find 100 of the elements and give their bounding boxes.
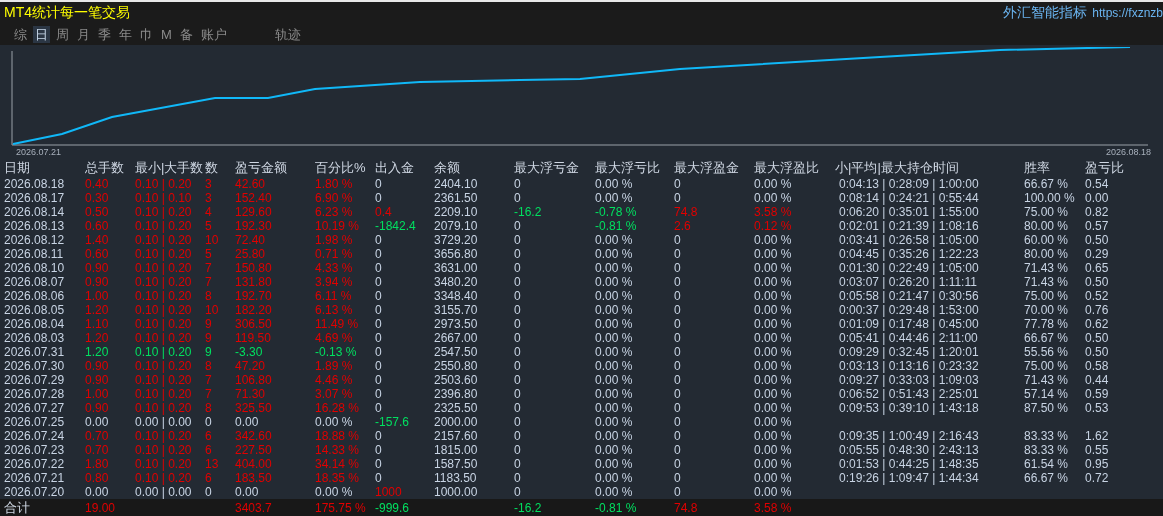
pl-ratio-cell-text: 0.50 (1085, 233, 1110, 247)
percent-cell-text: -0.13 % (315, 345, 358, 359)
lot-range-cell-text: 0.10 | 0.20 (135, 331, 193, 345)
column-header: 百分比% (315, 159, 367, 177)
cash-flow-cell-text: 0 (375, 317, 383, 331)
hold-time-cell-text: 0:05:55 | 0:48:30 | 2:43:13 (838, 443, 980, 457)
float-profit-cell-text: 0 (674, 401, 682, 415)
cash-flow-cell-text: 0 (375, 233, 383, 247)
count-cell-text: 10 (205, 233, 220, 247)
pl-ratio-cell-text: 0.65 (1085, 261, 1110, 275)
float-loss-percent-cell-text: 0.00 % (595, 261, 634, 275)
period-tab[interactable]: 巾 (138, 25, 155, 43)
hold-time-cell-text: 0:06:20 | 0:35:01 | 1:55:00 (838, 205, 980, 219)
float-profit-percent-cell-text: 0.00 % (754, 317, 793, 331)
date-cell-text: 2026.08.18 (4, 177, 66, 191)
win-rate-cell-text: 71.43 % (1024, 275, 1070, 289)
column-header: 盈亏比 (1085, 159, 1125, 177)
win-rate-cell-text: 75.00 % (1024, 205, 1070, 219)
window-title: MT4统计每一笔交易 (4, 3, 130, 22)
period-tab[interactable]: 轨迹 (272, 25, 303, 43)
period-tab[interactable]: 综 (12, 25, 29, 43)
lot-range-cell-text: 0.10 | 0.20 (135, 233, 193, 247)
count-cell-text: 7 (205, 373, 213, 387)
float-profit-cell-text: 0 (674, 387, 682, 401)
hold-time-cell-text: 0:05:58 | 0:21:47 | 0:30:56 (838, 289, 980, 303)
period-tab[interactable]: 季 (96, 25, 113, 43)
balance-cell-text: 3656.80 (434, 247, 479, 261)
float-profit-cell-text: 0 (674, 233, 682, 247)
cash-flow-cell-text: -1842.4 (375, 219, 417, 233)
lots-cell-text: 1.40 (85, 233, 110, 247)
pl-ratio-cell-text: 0.58 (1085, 359, 1110, 373)
pl-ratio-cell-text: 0.44 (1085, 373, 1110, 387)
hold-time-cell-text: 0:19:26 | 1:09:47 | 1:44:34 (838, 471, 980, 485)
float-profit-percent-cell-text: 0.00 % (754, 443, 793, 457)
lot-range-cell-text: 0.10 | 0.20 (135, 247, 193, 261)
percent-cell-text: 18.88 % (315, 429, 361, 443)
float-loss-cell-text: 0 (514, 345, 522, 359)
float-loss-cell-text: 0 (514, 373, 522, 387)
date-cell-text: 2026.08.05 (4, 303, 66, 317)
percent-cell-text: 4.33 % (315, 261, 354, 275)
lots-cell-text: 0.00 (85, 415, 110, 429)
profit-cell-text: 404.00 (235, 457, 273, 471)
win-rate-cell-text: 71.43 % (1024, 261, 1070, 275)
float-profit-percent-cell-text: 0.00 % (754, 289, 793, 303)
site-link[interactable]: https://fxznzb (1092, 5, 1163, 20)
date-cell-text: 2026.07.25 (4, 415, 66, 429)
column-header: 胜率 (1024, 159, 1051, 177)
lot-range-cell-text: 0.10 | 0.20 (135, 317, 193, 331)
date-cell-text: 2026.08.10 (4, 261, 66, 275)
percent-cell-text: 0.00 % (315, 485, 354, 499)
total-cell-text: 175.75 % (315, 500, 367, 515)
float-loss-cell-text: 0 (514, 443, 522, 457)
column-header: 小|平均|最大持仓时间 (835, 159, 960, 177)
win-rate-cell-text: 66.67 % (1024, 471, 1070, 485)
profit-cell-text: 129.60 (235, 205, 273, 219)
float-loss-cell-text: 0 (514, 233, 522, 247)
profit-cell-text: 192.30 (235, 219, 273, 233)
win-rate-cell-text: 83.33 % (1024, 429, 1070, 443)
float-profit-percent-cell-text: 0.00 % (754, 177, 793, 191)
lot-range-cell-text: 0.10 | 0.20 (135, 443, 193, 457)
period-tab[interactable]: 月 (75, 25, 92, 43)
cash-flow-cell-text: 0 (375, 275, 383, 289)
cash-flow-cell-text: 0 (375, 443, 383, 457)
float-profit-percent-cell-text: 0.00 % (754, 457, 793, 471)
period-tab[interactable]: 日 (33, 25, 50, 43)
float-loss-cell-text: 0 (514, 303, 522, 317)
period-tab[interactable]: 周 (54, 25, 71, 43)
float-profit-cell-text: 0 (674, 191, 682, 205)
count-cell-text: 8 (205, 401, 213, 415)
profit-cell-text: 0.00 (235, 485, 260, 499)
total-cell-text: -16.2 (514, 500, 543, 515)
float-profit-cell-text: 0 (674, 275, 682, 289)
profit-cell-text: 192.70 (235, 289, 273, 303)
float-profit-cell-text: 0 (674, 429, 682, 443)
balance-cell-text: 1000.00 (434, 485, 479, 499)
float-loss-percent-cell-text: 0.00 % (595, 177, 634, 191)
lots-cell-text: 0.90 (85, 275, 110, 289)
win-rate-cell-text: 80.00 % (1024, 247, 1070, 261)
period-tab[interactable]: M (159, 25, 174, 43)
date-cell-text: 2026.08.04 (4, 317, 66, 331)
float-profit-percent-cell-text: 0.00 % (754, 471, 793, 485)
column-header: 最大浮盈比 (754, 159, 820, 177)
count-cell-text: 9 (205, 331, 213, 345)
column-header: 出入金 (375, 159, 415, 177)
hold-time-cell-text: 0:04:45 | 0:35:26 | 1:22:23 (838, 247, 980, 261)
column-header: 最大浮亏比 (595, 159, 661, 177)
period-tab[interactable]: 年 (117, 25, 134, 43)
pl-ratio-cell-text: 0.57 (1085, 219, 1110, 233)
float-profit-percent-cell-text: 0.00 % (754, 415, 793, 429)
float-loss-percent-cell-text: 0.00 % (595, 345, 634, 359)
percent-cell-text: 1.80 % (315, 177, 354, 191)
count-cell-text: 8 (205, 359, 213, 373)
profit-cell-text: 342.60 (235, 429, 273, 443)
profit-cell-text: 0.00 (235, 415, 260, 429)
period-tab[interactable]: 账户 (198, 25, 229, 43)
float-profit-cell-text: 0 (674, 331, 682, 345)
period-tab[interactable]: 备 (177, 25, 195, 43)
hold-time-cell-text: 0:02:01 | 0:21:39 | 1:08:16 (838, 219, 980, 233)
float-profit-percent-cell-text: 0.00 % (754, 387, 793, 401)
float-loss-percent-cell-text: 0.00 % (595, 429, 634, 443)
